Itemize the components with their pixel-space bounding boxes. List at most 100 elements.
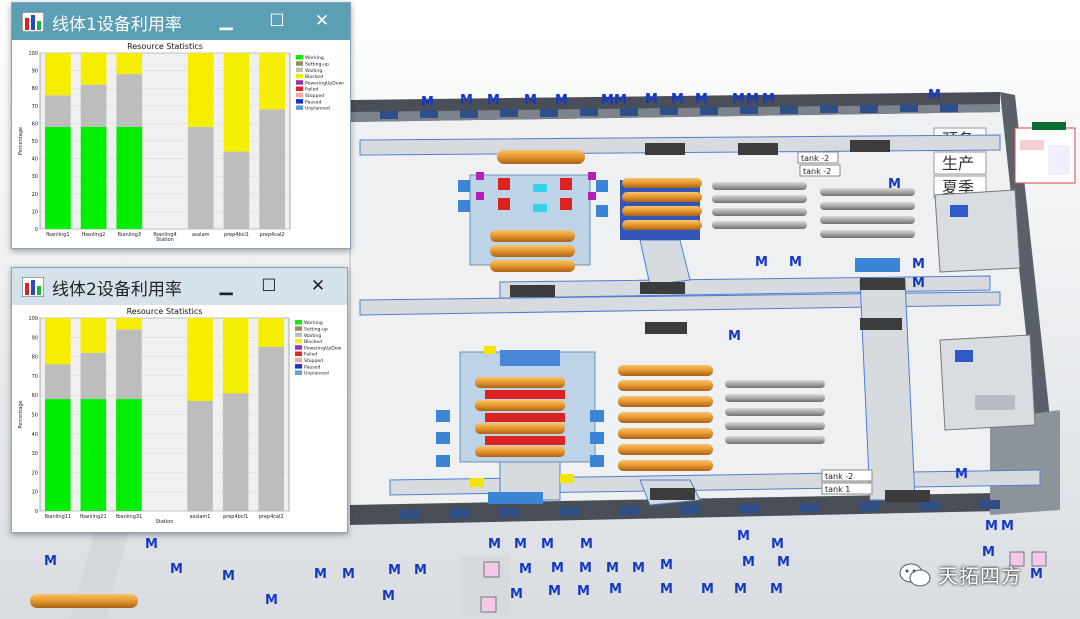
legend-swatch bbox=[296, 73, 303, 79]
x-tick-label: prep4bcl1 bbox=[224, 232, 249, 238]
x-tick-label: asslam1 bbox=[190, 514, 211, 520]
machine-marker-icon: M bbox=[771, 537, 784, 552]
machine-marker-icon: M bbox=[632, 561, 645, 576]
close-icon[interactable]: ✕ bbox=[305, 7, 339, 35]
machine-marker-icon: M bbox=[746, 92, 759, 107]
x-axis-label: Station bbox=[156, 237, 174, 243]
wechat-icon bbox=[899, 563, 931, 587]
legend-swatch bbox=[295, 326, 302, 331]
legend-label: Waiting bbox=[304, 333, 321, 339]
x-tick-label: fbanling31 bbox=[116, 514, 143, 520]
legend-label: Setting-up bbox=[305, 62, 329, 68]
bar-segment bbox=[187, 126, 214, 229]
y-tick-label: 10 bbox=[32, 490, 38, 496]
legend-swatch bbox=[295, 338, 302, 344]
y-tick-label: 70 bbox=[32, 374, 38, 380]
machine-marker-icon: M bbox=[342, 567, 355, 582]
legend-label: Paused bbox=[305, 99, 322, 105]
machine-marker-icon: M bbox=[701, 582, 714, 597]
machine-marker-icon: M bbox=[928, 88, 941, 103]
tank-label: tank -2 bbox=[801, 154, 829, 163]
window-titlebar[interactable]: 线体1设备利用率 ▁ ☐ ✕ bbox=[12, 3, 350, 40]
legend-swatch bbox=[295, 370, 302, 375]
x-tick-label: fbanling11 bbox=[44, 514, 71, 520]
bar-segment bbox=[223, 53, 250, 152]
legend-swatch bbox=[296, 55, 303, 60]
y-tick-label: 60 bbox=[32, 121, 38, 127]
tank-label: tank -2 bbox=[825, 472, 853, 481]
window-title: 线体2设备利用率 bbox=[52, 280, 182, 300]
machine-marker-icon: M bbox=[728, 329, 741, 344]
bar-segment bbox=[259, 109, 285, 229]
legend-label: Setting-up bbox=[304, 327, 328, 333]
machine-marker-icon: M bbox=[601, 93, 614, 108]
bar-segment bbox=[223, 151, 250, 229]
x-tick-label: asslam bbox=[192, 232, 210, 238]
machine-marker-icon: M bbox=[985, 519, 998, 534]
y-tick-label: 70 bbox=[32, 104, 38, 110]
bar-segment bbox=[258, 318, 285, 347]
legend-swatch bbox=[295, 364, 302, 369]
bar-segment bbox=[116, 53, 143, 75]
y-tick-label: 30 bbox=[32, 174, 38, 180]
machine-marker-icon: M bbox=[488, 537, 501, 552]
legend-swatch bbox=[296, 86, 303, 91]
legend-label: Unplanned bbox=[305, 106, 330, 112]
close-icon[interactable]: ✕ bbox=[301, 272, 335, 300]
y-tick-label: 0 bbox=[35, 509, 38, 515]
bar-segment bbox=[80, 399, 107, 511]
bar-segment bbox=[45, 95, 71, 127]
y-axis-label: Percentage bbox=[18, 127, 24, 155]
maximize-icon[interactable]: ☐ bbox=[252, 272, 286, 300]
bar-chart-app-icon bbox=[22, 12, 44, 32]
machine-marker-icon: M bbox=[222, 569, 235, 584]
window-titlebar[interactable]: 线体2设备利用率 ▁ ☐ ✕ bbox=[12, 268, 347, 305]
minimize-icon[interactable]: ▁ bbox=[209, 272, 243, 300]
machine-marker-icon: M bbox=[414, 563, 427, 578]
y-tick-label: 10 bbox=[32, 209, 38, 215]
legend-label: Stopped bbox=[304, 358, 323, 364]
machine-marker-icon: M bbox=[541, 537, 554, 552]
machine-marker-icon: M bbox=[645, 92, 658, 107]
machine-marker-icon: M bbox=[777, 555, 790, 570]
sign-text-2: 生产 bbox=[942, 154, 974, 173]
minimize-icon[interactable]: ▁ bbox=[209, 7, 243, 35]
machine-marker-icon: M bbox=[955, 467, 968, 482]
x-tick-label: fbanling21 bbox=[80, 514, 107, 520]
bar-segment bbox=[258, 346, 285, 511]
overview-panel[interactable] bbox=[1014, 122, 1076, 184]
machine-marker-icon: M bbox=[912, 276, 925, 291]
machine-marker-icon: M bbox=[737, 529, 750, 544]
legend-label: Failed bbox=[304, 352, 317, 358]
line1-utilization-window[interactable]: 线体1设备利用率 ▁ ☐ ✕ Resource Statistics 0 10 20 3… bbox=[11, 2, 351, 249]
machine-marker-icon: M bbox=[460, 93, 473, 108]
x-axis-label: Station bbox=[156, 519, 174, 525]
machine-marker-icon: M bbox=[388, 563, 401, 578]
machine-marker-icon: M bbox=[762, 92, 775, 107]
machine-marker-icon: M bbox=[580, 537, 593, 552]
bar-segment bbox=[222, 318, 249, 394]
bar-segment bbox=[187, 53, 214, 127]
legend-label: Waiting bbox=[305, 68, 322, 74]
brand-name: 天拓四方 bbox=[938, 564, 1022, 588]
machine-marker-icon: M bbox=[755, 255, 768, 270]
legend-label: PoweringUpDown bbox=[305, 80, 344, 86]
machine-marker-icon: M bbox=[421, 95, 434, 110]
machine-marker-icon: M bbox=[742, 555, 755, 570]
machine-marker-icon: M bbox=[732, 92, 745, 107]
bar-segment bbox=[80, 53, 107, 85]
maximize-icon[interactable]: ☐ bbox=[260, 7, 294, 35]
machine-marker-icon: M bbox=[265, 593, 278, 608]
bar-segment bbox=[187, 400, 213, 511]
x-tick-label: fbanling1 bbox=[46, 232, 69, 238]
line2-utilization-window[interactable]: 线体2设备利用率 ▁ ☐ ✕ Resource Statistics 0 10 20 3… bbox=[11, 267, 348, 533]
y-tick-label: 80 bbox=[32, 86, 38, 92]
resource-statistics-chart: Resource Statistics 0 10 20 30 40 50 60 70 80 90 10… bbox=[18, 306, 341, 528]
y-tick-label: 0 bbox=[35, 227, 38, 233]
legend-swatch bbox=[295, 351, 302, 356]
y-tick-label: 90 bbox=[32, 69, 38, 75]
resource-statistics-chart: Resource Statistics 0 10 20 30 40 50 60 70 80 90 10… bbox=[18, 41, 344, 246]
machine-marker-icon: M bbox=[44, 554, 57, 569]
y-tick-label: 30 bbox=[32, 451, 38, 457]
machine-marker-icon: M bbox=[609, 582, 622, 597]
